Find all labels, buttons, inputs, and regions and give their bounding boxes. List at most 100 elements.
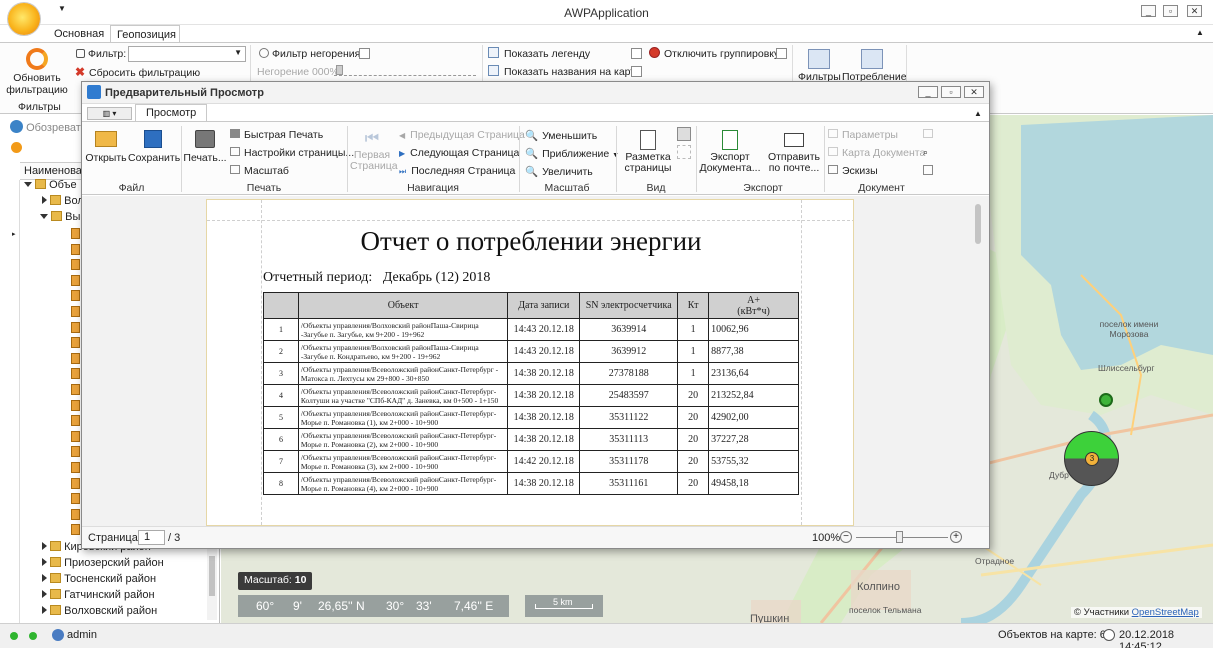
- send-mail-button[interactable]: Отправить по почте...: [762, 128, 826, 174]
- column-header: Кт: [677, 292, 710, 319]
- document-viewer[interactable]: Отчет о потреблении энергии Отчетный пер…: [82, 196, 989, 526]
- quick-print-icon: [230, 129, 240, 138]
- document-icon[interactable]: [71, 508, 80, 520]
- page-setup-button[interactable]: Настройки страницы...: [230, 147, 354, 159]
- period-value: Декабрь (12) 2018: [382, 270, 491, 285]
- first-page-icon: ⏮: [364, 130, 380, 147]
- unburned-slider[interactable]: [334, 70, 476, 76]
- zoom-out-small-button[interactable]: −: [840, 531, 852, 543]
- table-cell: 20: [677, 384, 710, 407]
- document-icon[interactable]: [71, 446, 80, 458]
- save-button[interactable]: Сохранить: [128, 128, 180, 164]
- doc-options-icon[interactable]: [923, 165, 933, 175]
- table-cell: 7: [263, 450, 299, 473]
- osm-link[interactable]: OpenStreetMap: [1132, 607, 1199, 618]
- page-number-input[interactable]: 1: [138, 530, 165, 545]
- document-map-label: Карта Документа: [842, 147, 926, 159]
- table-cell: 35311113: [579, 428, 679, 451]
- collapse-ribbon-icon[interactable]: ▲: [1196, 28, 1204, 37]
- map-cluster-marker[interactable]: 3: [1064, 431, 1119, 486]
- column-header: Дата записи: [507, 292, 581, 319]
- zoom-value: 100%: [812, 532, 841, 544]
- document-icon[interactable]: [71, 274, 80, 286]
- zoom-in-button[interactable]: 🔍 Увеличить: [525, 165, 593, 178]
- document-icon[interactable]: [71, 430, 80, 442]
- app-logo-icon[interactable]: [8, 3, 40, 35]
- table-cell: 3639912: [579, 340, 679, 363]
- preview-title: Предварительный Просмотр: [105, 87, 264, 99]
- table-row: 1/Объекты управления/Волховский районПаш…: [263, 318, 799, 341]
- print-group-label: Печать: [246, 182, 282, 194]
- unburned-filter-checkbox[interactable]: [359, 48, 370, 59]
- unburned-slider-thumb[interactable]: [336, 65, 343, 75]
- document-icon[interactable]: [71, 399, 80, 411]
- scale-button[interactable]: Масштаб: [230, 165, 289, 177]
- document-icon[interactable]: [71, 290, 80, 302]
- show-names-checkbox[interactable]: [631, 66, 642, 77]
- refresh-filter-label: Обновить фильтрацию: [6, 72, 68, 96]
- document-icon[interactable]: [71, 462, 80, 473]
- preview-app-icon: [87, 85, 101, 99]
- reset-filter-icon: ✖: [75, 65, 86, 79]
- zoom-slider-thumb[interactable]: [896, 531, 903, 543]
- document-icon[interactable]: [71, 337, 80, 349]
- table-cell: 1: [677, 340, 710, 363]
- legend-icon: [488, 47, 499, 58]
- tab-preview[interactable]: Просмотр: [135, 104, 208, 122]
- zoom-dropdown[interactable]: 🔍Приближение ▼: [525, 147, 619, 160]
- document-icon[interactable]: [71, 352, 80, 364]
- document-icon[interactable]: [71, 384, 80, 395]
- disable-grouping-checkbox[interactable]: [776, 48, 787, 59]
- zoom-in-small-button[interactable]: +: [950, 531, 962, 543]
- folder-icon: [50, 605, 62, 615]
- document-icon[interactable]: [71, 259, 80, 271]
- table-cell: 213252,84: [708, 384, 799, 407]
- maximize-button[interactable]: ▫: [1163, 5, 1178, 17]
- document-icon[interactable]: [71, 306, 80, 317]
- scale-icon: [230, 165, 240, 174]
- names-icon: [488, 65, 499, 76]
- reset-filter-button[interactable]: Сбросить фильтрацию: [89, 67, 200, 79]
- open-button[interactable]: Открыть: [85, 128, 127, 164]
- page-layout-button[interactable]: Разметка страницы: [620, 128, 676, 174]
- table-row: 8/Объекты управления/Всеволожский районС…: [263, 472, 799, 495]
- preview-minimize-button[interactable]: _: [918, 86, 938, 98]
- document-scrollbar[interactable]: [972, 196, 984, 526]
- document-icon[interactable]: [71, 321, 80, 333]
- last-page-button[interactable]: ⏭ Последняя Страница: [399, 165, 515, 177]
- table-cell: 14:38 20.12.18: [507, 362, 581, 385]
- print-button[interactable]: Печать...: [183, 128, 227, 164]
- document-icon[interactable]: [71, 493, 80, 505]
- close-button[interactable]: ✕: [1187, 5, 1202, 17]
- show-legend-checkbox[interactable]: [631, 48, 642, 59]
- grouping-icon: [649, 47, 660, 58]
- document-icon[interactable]: [71, 243, 80, 255]
- zoom-out-button[interactable]: 🔍 Уменьшить: [525, 129, 597, 142]
- document-icon[interactable]: [71, 415, 80, 427]
- preview-quick-access[interactable]: ▥ ▾: [87, 107, 132, 120]
- file-group-label: Файл: [118, 182, 145, 194]
- print-label: Печать...: [183, 152, 227, 164]
- export-document-button[interactable]: Экспорт Документа...: [699, 128, 761, 174]
- filter-select[interactable]: ▼: [128, 46, 246, 62]
- thumbnails-button[interactable]: Эскизы: [828, 165, 878, 177]
- next-page-button[interactable]: ▶ Следующая Страница: [399, 147, 519, 159]
- binoculars-icon[interactable]: ⌕: [923, 147, 928, 158]
- single-page-view-button[interactable]: [677, 127, 691, 141]
- username: admin: [67, 629, 97, 641]
- preview-maximize-button[interactable]: ▫: [941, 86, 961, 98]
- document-icon[interactable]: [71, 228, 80, 239]
- preview-close-button[interactable]: ✕: [964, 86, 984, 98]
- refresh-filter-button[interactable]: Обновить фильтрацию: [4, 47, 70, 99]
- map-marker-small[interactable]: [1099, 393, 1113, 407]
- document-icon[interactable]: [71, 477, 80, 489]
- collapse-icon: [42, 558, 47, 566]
- toolbar-sun-icon[interactable]: [11, 142, 22, 153]
- preview-collapse-icon[interactable]: ▲: [974, 109, 982, 118]
- document-icon[interactable]: [71, 368, 80, 380]
- minimize-button[interactable]: _: [1141, 5, 1156, 17]
- place-label-shlisselburg: Шлиссельбург: [1098, 363, 1155, 373]
- quick-print-button[interactable]: Быстрая Печать: [230, 129, 323, 141]
- table-cell: 14:43 20.12.18: [507, 318, 581, 341]
- document-icon[interactable]: [71, 524, 80, 536]
